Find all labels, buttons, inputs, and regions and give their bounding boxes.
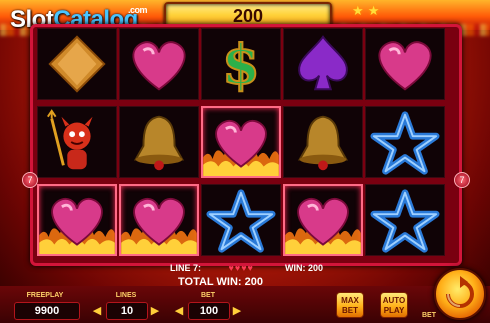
logo-suffix: .com: [128, 5, 148, 15]
reel-cell-star: [365, 106, 445, 178]
heart-icon: [378, 41, 432, 91]
dollar-icon: $: [221, 31, 261, 97]
reel-cell-star: [201, 184, 281, 256]
line-label: LINE 7:: [170, 263, 202, 273]
payline-badge-left[interactable]: 7: [22, 172, 38, 188]
heart-icon: [132, 41, 186, 91]
bet-label: BET: [201, 292, 215, 299]
freeplay-value: 9900: [14, 302, 80, 320]
reel-cell-bell: [119, 106, 199, 178]
reel-cell-heart: [201, 106, 281, 178]
heart-icon: [121, 197, 197, 254]
refresh-icon: [446, 276, 474, 308]
line-win-label: WIN: 200: [285, 263, 324, 273]
bet-decrease-icon[interactable]: ◀: [172, 304, 186, 318]
payline-badge-right[interactable]: 7: [454, 172, 470, 188]
bell-icon: [297, 115, 349, 171]
stars-decoration: ★ ★: [352, 4, 380, 19]
auto-play-button[interactable]: AUTO PLAY: [380, 292, 408, 318]
star-icon: [370, 111, 440, 175]
freeplay-label: FREEPLAY: [26, 292, 64, 299]
reel-cell-heart: [119, 184, 199, 256]
spin-button[interactable]: [434, 268, 486, 320]
heart-icon: [285, 197, 361, 254]
diamond-icon: [48, 35, 106, 93]
svg-text:$: $: [222, 32, 260, 96]
heart-icon: [203, 119, 279, 176]
reel-cell-bell: [283, 106, 363, 178]
devil-icon: [47, 109, 93, 170]
star-icon: [370, 189, 440, 253]
reel-cell-heart: [119, 28, 199, 100]
bell-icon: [133, 115, 185, 171]
reel-cell-star: [365, 184, 445, 256]
bet-value: 100: [188, 302, 230, 320]
lines-increase-icon[interactable]: ▶: [148, 304, 162, 318]
max-bet-button[interactable]: MAX BET: [336, 292, 364, 318]
reel-cell-spade: [283, 28, 363, 100]
lines-decrease-icon[interactable]: ◀: [90, 304, 104, 318]
game-stage: SlotCatalog .com 200 ★ ★ $ 7 7 LINE 7: ♥…: [0, 0, 490, 323]
reel-cell-heart: [37, 184, 117, 256]
reel-cell-heart: [365, 28, 445, 100]
bet-increase-icon[interactable]: ▶: [230, 304, 244, 318]
spade-icon: [298, 35, 348, 91]
reels-grid: $: [37, 28, 447, 256]
heart-icon: [39, 197, 115, 254]
reel-cell-devil: [37, 106, 117, 178]
star-icon: [206, 189, 276, 253]
reel-cell-diamond: [37, 28, 117, 100]
reel-cell-dollar: $: [201, 28, 281, 100]
lines-label: LINES: [115, 292, 137, 299]
lines-value: 10: [106, 302, 148, 320]
reel-cell-heart: [283, 184, 363, 256]
line-symbols: ♥♥♥♥: [228, 263, 254, 273]
